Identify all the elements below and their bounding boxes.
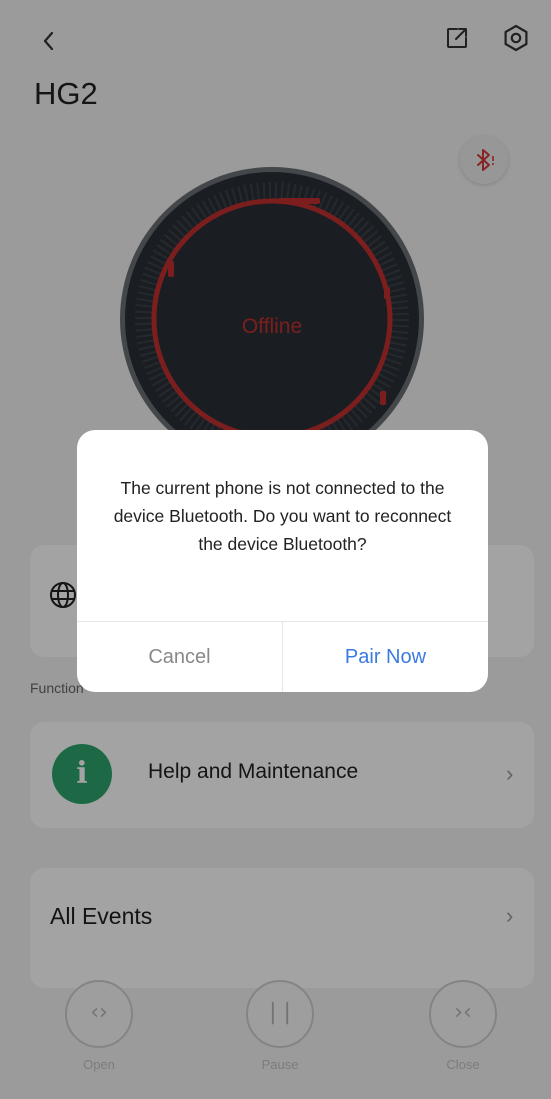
cancel-button[interactable]: Cancel [77, 622, 282, 692]
device-screen: HG2 Offline Function i Help and Maintena… [0, 0, 551, 1099]
pair-now-button[interactable]: Pair Now [283, 622, 488, 692]
dialog-message: The current phone is not connected to th… [113, 478, 452, 554]
bluetooth-reconnect-dialog: The current phone is not connected to th… [77, 430, 488, 692]
